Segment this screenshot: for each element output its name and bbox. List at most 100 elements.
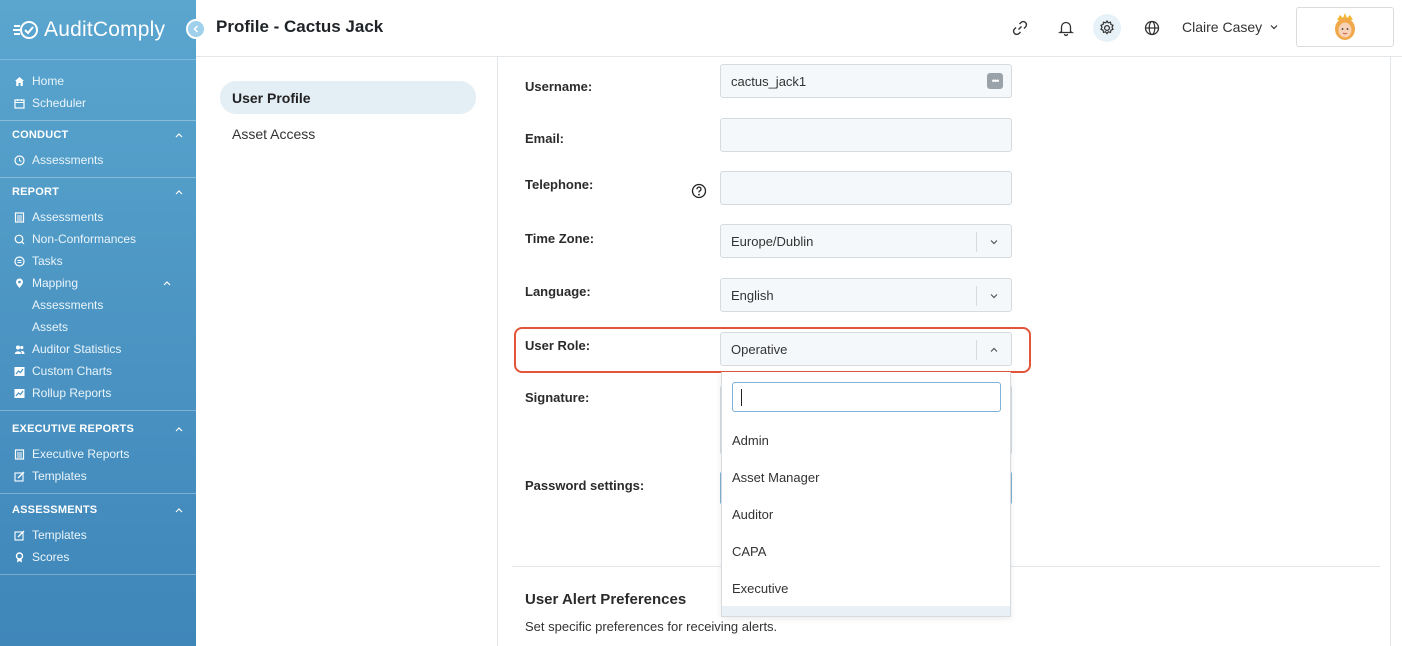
username-field[interactable]: cactus_jack1 ••• bbox=[720, 64, 1012, 98]
chart-icon bbox=[12, 365, 26, 377]
help-icon[interactable] bbox=[691, 183, 707, 199]
app-name: AuditComply bbox=[44, 17, 166, 41]
sidebar-item-assessment-templates[interactable]: Templates bbox=[0, 524, 196, 546]
award-icon bbox=[12, 551, 26, 563]
nav-section-report: REPORT Assessments Non-Conformances Task… bbox=[0, 178, 196, 411]
sidebar-item-label: Assessments bbox=[32, 153, 104, 167]
sidebar-item-label: Custom Charts bbox=[32, 364, 113, 378]
password-settings-label: Password settings: bbox=[525, 478, 645, 493]
sidebar-item-rollup-reports[interactable]: Rollup Reports bbox=[0, 382, 196, 404]
sidebar-item-executive-templates[interactable]: Templates bbox=[0, 465, 196, 487]
email-label: Email: bbox=[525, 131, 565, 146]
sidebar-subitem-mapping-assessments[interactable]: Assessments bbox=[0, 294, 196, 316]
text-cursor bbox=[741, 389, 742, 406]
sidebar-item-scores[interactable]: Scores bbox=[0, 546, 196, 568]
tab-user-profile[interactable]: User Profile bbox=[220, 81, 476, 114]
nav-section-conduct: CONDUCT Assessments bbox=[0, 121, 196, 178]
user-role-select[interactable]: Operative bbox=[720, 332, 1012, 366]
bell-icon bbox=[1057, 21, 1075, 37]
username-label: Username: bbox=[525, 79, 593, 94]
users-icon bbox=[12, 343, 26, 355]
chevron-up-icon bbox=[175, 133, 183, 138]
user-name: Claire Casey bbox=[1182, 19, 1263, 35]
role-option-executive[interactable]: Executive bbox=[722, 570, 1010, 607]
user-role-value: Operative bbox=[731, 341, 788, 357]
search-warning-icon bbox=[12, 233, 26, 245]
telephone-field[interactable] bbox=[720, 171, 1012, 205]
nav-section-executive-reports: EXECUTIVE REPORTS Executive Reports Temp… bbox=[0, 411, 196, 494]
select-divider bbox=[976, 232, 977, 252]
role-search-input[interactable] bbox=[732, 382, 1001, 412]
sidebar-subitem-mapping-assets[interactable]: Assets bbox=[0, 316, 196, 338]
language-select[interactable]: English bbox=[720, 278, 1012, 312]
home-icon bbox=[12, 75, 26, 87]
sidebar-collapse-button[interactable] bbox=[186, 19, 206, 39]
tasks-icon bbox=[12, 255, 26, 267]
signature-label: Signature: bbox=[525, 390, 590, 405]
sidebar-item-label: Templates bbox=[32, 469, 87, 483]
sidebar-item-mapping[interactable]: Mapping bbox=[0, 272, 196, 294]
notifications-button[interactable] bbox=[1052, 14, 1080, 42]
tab-asset-access[interactable]: Asset Access bbox=[220, 117, 476, 150]
top-bar: Profile - Cactus Jack Claire Casey bbox=[196, 0, 1402, 57]
sidebar-item-report-assessments[interactable]: Assessments bbox=[0, 206, 196, 228]
link-button[interactable] bbox=[1006, 14, 1034, 42]
sidebar-item-label: Executive Reports bbox=[32, 447, 130, 461]
calendar-icon bbox=[12, 97, 26, 109]
chart-icon bbox=[12, 387, 26, 399]
sidebar-item-label: Templates bbox=[32, 528, 87, 542]
map-pin-icon bbox=[12, 277, 26, 289]
globe-icon bbox=[1144, 20, 1160, 36]
sidebar-item-home[interactable]: Home bbox=[0, 70, 196, 92]
sidebar-item-executive-reports[interactable]: Executive Reports bbox=[0, 443, 196, 465]
sidebar-item-label: Non-Conformances bbox=[32, 232, 137, 246]
edit-icon bbox=[12, 470, 26, 482]
sidebar: AuditComply Home Scheduler CONDUCT Asses… bbox=[0, 0, 196, 646]
language-button[interactable] bbox=[1138, 14, 1166, 42]
email-field[interactable] bbox=[720, 118, 1012, 152]
section-header-assessments[interactable]: ASSESSMENTS bbox=[0, 496, 196, 524]
section-title: REPORT bbox=[12, 186, 60, 198]
time-zone-label: Time Zone: bbox=[525, 231, 595, 246]
language-value: English bbox=[731, 287, 774, 303]
role-option-asset-manager[interactable]: Asset Manager bbox=[722, 459, 1010, 496]
nav-section-assessments: ASSESSMENTS Templates Scores bbox=[0, 494, 196, 575]
sidebar-item-label: Scheduler bbox=[32, 96, 87, 110]
settings-button[interactable] bbox=[1093, 14, 1121, 42]
section-title: CONDUCT bbox=[12, 129, 69, 141]
sidebar-item-non-conformances[interactable]: Non-Conformances bbox=[0, 228, 196, 250]
role-option-auditor[interactable]: Auditor bbox=[722, 496, 1010, 533]
clock-icon bbox=[12, 154, 26, 166]
avatar-image bbox=[1335, 13, 1355, 40]
alert-preferences-title: User Alert Preferences bbox=[525, 591, 687, 608]
sidebar-item-conduct-assessments[interactable]: Assessments bbox=[0, 149, 196, 171]
sidebar-item-scheduler[interactable]: Scheduler bbox=[0, 92, 196, 114]
section-title: ASSESSMENTS bbox=[12, 504, 98, 516]
section-header-executive-reports[interactable]: EXECUTIVE REPORTS bbox=[0, 415, 196, 443]
sidebar-item-label: Mapping bbox=[32, 276, 79, 290]
avatar[interactable] bbox=[1296, 7, 1394, 47]
role-option-admin[interactable]: Admin bbox=[722, 422, 1010, 459]
alert-preferences-subtitle: Set specific preferences for receiving a… bbox=[525, 619, 778, 634]
role-option-capa[interactable]: CAPA bbox=[722, 533, 1010, 570]
document-icon bbox=[12, 211, 26, 223]
section-header-conduct[interactable]: CONDUCT bbox=[0, 121, 196, 149]
sidebar-item-tasks[interactable]: Tasks bbox=[0, 250, 196, 272]
section-header-report[interactable]: REPORT bbox=[0, 178, 196, 206]
edit-icon bbox=[12, 529, 26, 541]
sidebar-item-label: Assessments bbox=[32, 210, 104, 224]
brand-logo[interactable]: AuditComply bbox=[0, 0, 196, 60]
sidebar-item-label: Auditor Statistics bbox=[32, 342, 122, 356]
link-icon bbox=[1012, 20, 1028, 36]
gear-icon bbox=[1100, 19, 1114, 35]
user-menu[interactable]: Claire Casey bbox=[1182, 19, 1279, 35]
time-zone-select[interactable]: Europe/Dublin bbox=[720, 224, 1012, 258]
role-option-partial[interactable] bbox=[722, 606, 1010, 616]
select-divider bbox=[976, 340, 977, 360]
sidebar-item-label: Tasks bbox=[32, 254, 63, 268]
sidebar-item-custom-charts[interactable]: Custom Charts bbox=[0, 360, 196, 382]
chevron-down-icon bbox=[990, 294, 998, 299]
sidebar-item-auditor-statistics[interactable]: Auditor Statistics bbox=[0, 338, 196, 360]
more-dots-icon[interactable]: ••• bbox=[987, 73, 1003, 89]
user-role-label: User Role: bbox=[525, 338, 591, 353]
